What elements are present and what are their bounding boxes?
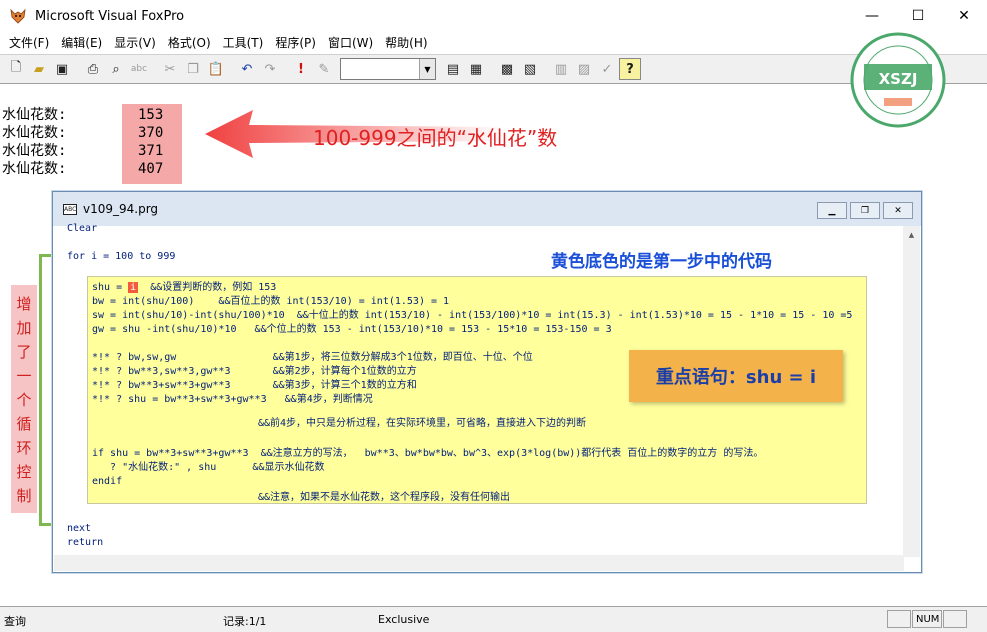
status-caps (887, 610, 911, 628)
status-ins (943, 610, 967, 628)
code-window-titlebar[interactable]: ABC v109_94.prg ▁ ❐ ✕ (53, 192, 921, 226)
code-line: sw = int(shu/10)-int(shu/100)*10 &&十位上的数… (92, 310, 853, 321)
help-icon[interactable]: ? (619, 58, 641, 80)
code-line: &&注意，如果不是水仙花数，这个程序段，没有任何输出 (258, 492, 511, 503)
scroll-up-icon[interactable]: ▲ (903, 226, 920, 243)
status-exclusive: Exclusive (378, 613, 430, 626)
horizontal-scrollbar[interactable] (54, 555, 904, 571)
output-annotation: 100-999之间的“水仙花”数 (313, 126, 558, 150)
code-line: *!* ? bw**3+sw**3+gw**3 &&第3步，计算三个1数的立方和 (92, 380, 417, 391)
minimize-button[interactable]: — (849, 0, 895, 32)
autoform-icon[interactable]: ▥ (550, 58, 572, 80)
code-line: ? "水仙花数:" , shu &&显示水仙花数 (92, 462, 325, 473)
report-wizard-icon[interactable]: ▧ (519, 58, 541, 80)
copy-icon[interactable]: ❐ (182, 58, 204, 80)
menu-help[interactable]: 帮助(H) (380, 34, 432, 51)
print-icon[interactable]: ⎙ (82, 58, 104, 80)
database-combo[interactable]: ▼ (340, 58, 436, 80)
code-line: *!* ? shu = bw**3+sw**3+gw**3 &&第4步，判断情况 (92, 394, 373, 405)
menu-edit[interactable]: 编辑(E) (56, 34, 107, 51)
code-line: *!* ? bw**3,sw**3,gw**3 &&第2步，计算每个1位数的立方 (92, 366, 417, 377)
close-button[interactable]: ✕ (941, 0, 987, 32)
code-line: gw = shu -int(shu/10)*10 &&个位上的数 153 - i… (92, 324, 612, 335)
prg-file-icon: ABC (63, 203, 77, 215)
status-mode: 查询 (4, 615, 26, 628)
output-value: 407 (138, 161, 164, 177)
key-statement-box: 重点语句：shu = i (629, 350, 843, 402)
vertical-scrollbar[interactable]: ▲ (903, 226, 920, 557)
redo-icon[interactable]: ↷ (259, 58, 281, 80)
menu-format[interactable]: 格式(O) (163, 34, 216, 51)
command-window-icon[interactable]: ▤ (442, 58, 464, 80)
menu-tools[interactable]: 工具(T) (218, 34, 269, 51)
output-label: 水仙花数: (2, 107, 67, 123)
save-icon[interactable]: ▣ (51, 58, 73, 80)
code-line: next (67, 523, 92, 534)
run-icon[interactable]: ! (290, 58, 312, 80)
code-line: endif (92, 476, 123, 487)
window-title: Microsoft Visual FoxPro (35, 8, 185, 24)
code-minimize-button[interactable]: ▁ (817, 202, 847, 219)
paste-icon[interactable]: 📋 (205, 58, 227, 80)
code-window-controls: ▁ ❐ ✕ (814, 202, 913, 219)
status-record: 记录:1/1 (223, 615, 267, 628)
key-statement: 重点语句：shu = i (655, 367, 817, 388)
code-line: Clear (67, 223, 98, 234)
builder-icon[interactable]: ✓ (596, 58, 618, 80)
status-bar: 查询 记录:1/1 Exclusive NUM (0, 606, 987, 632)
code-line: shu = i &&设置判断的数，例如 153 (92, 282, 277, 293)
form-wizard-icon[interactable]: ▩ (496, 58, 518, 80)
chevron-down-icon[interactable]: ▼ (419, 59, 435, 79)
code-close-button[interactable]: ✕ (883, 202, 913, 219)
code-line: return (67, 537, 104, 548)
toolbar: 🗋 ▰ ▣ ⎙ ⌕ abc ✂ ❐ 📋 ↶ ↷ ! ✎ ▼ ▤ ▦ ▩ ▧ ▥ … (0, 54, 987, 84)
code-window-title: v109_94.prg (83, 202, 159, 216)
yellow-block-annotation: 黄色底色的是第一步中的代码 (551, 252, 772, 272)
spell-check-icon[interactable]: abc (128, 58, 150, 80)
modify-icon[interactable]: ✎ (313, 58, 335, 80)
menu-window[interactable]: 窗口(W) (323, 34, 378, 51)
code-line: for i = 100 to 999 (67, 251, 176, 262)
window-controls: — ☐ ✕ (849, 0, 987, 32)
menu-program[interactable]: 程序(P) (270, 34, 321, 51)
maximize-button[interactable]: ☐ (895, 0, 941, 32)
code-line: bw = int(shu/100) &&百位上的数 int(153/10) = … (92, 296, 450, 307)
code-restore-button[interactable]: ❐ (850, 202, 880, 219)
code-line: *!* ? bw,sw,gw &&第1步，将三位数分解成3个1位数，即百位、十位… (92, 352, 533, 363)
autoreport-icon[interactable]: ▨ (573, 58, 595, 80)
title-bar: Microsoft Visual FoxPro — ☐ ✕ (0, 0, 987, 32)
svg-text:XSZJ: XSZJ (879, 70, 918, 88)
code-line: if shu = bw**3+sw**3+gw**3 &&注意立方的写法， bw… (92, 448, 764, 459)
school-seal-logo: XSZJ (850, 32, 946, 128)
output-value: 371 (138, 143, 164, 159)
status-num: NUM (912, 610, 942, 628)
menu-view[interactable]: 显示(V) (109, 34, 161, 51)
data-session-icon[interactable]: ▦ (465, 58, 487, 80)
output-label: 水仙花数: (2, 143, 67, 159)
foxpro-app-icon[interactable] (9, 7, 27, 25)
menu-file[interactable]: 文件(F) (4, 34, 54, 51)
new-file-icon[interactable]: 🗋 (5, 58, 27, 80)
cut-icon[interactable]: ✂ (159, 58, 181, 80)
undo-icon[interactable]: ↶ (236, 58, 258, 80)
menu-bar: 文件(F) 编辑(E) 显示(V) 格式(O) 工具(T) 程序(P) 窗口(W… (0, 32, 987, 52)
side-annotation: 增 加 了 一 个 循 环 控 制 (11, 285, 37, 513)
output-label: 水仙花数: (2, 161, 67, 177)
print-preview-icon[interactable]: ⌕ (105, 58, 127, 80)
code-line: &&前4步，中只是分析过程，在实际环境里，可省略，直接进入下边的判断 (258, 418, 587, 429)
open-folder-icon[interactable]: ▰ (28, 58, 50, 80)
output-label: 水仙花数: (2, 125, 67, 141)
output-value: 370 (138, 125, 164, 141)
highlighted-i: i (128, 282, 139, 293)
output-value: 153 (138, 107, 164, 123)
